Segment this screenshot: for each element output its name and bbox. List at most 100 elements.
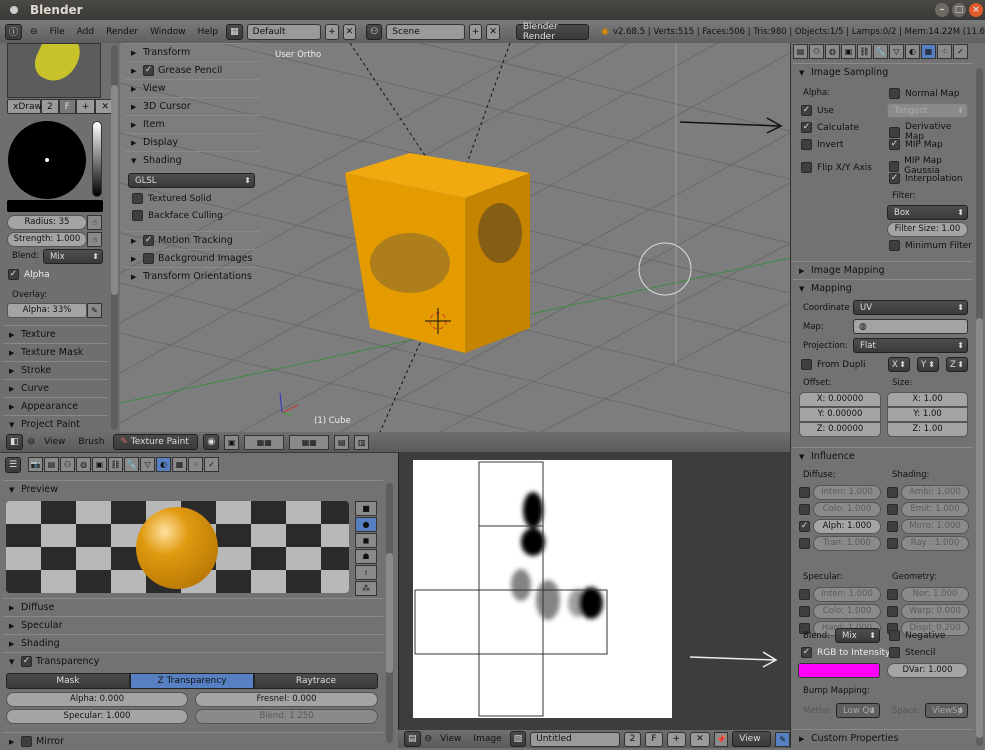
panel-motion-tracking[interactable]: ▶ ✓ Motion Tracking	[125, 231, 260, 249]
image-fake-user[interactable]: F	[645, 731, 663, 747]
panel-item[interactable]: ▶ Item	[125, 115, 260, 133]
tab-object-icon[interactable]: ▣	[841, 44, 856, 59]
panel-transform[interactable]: ▶ Transform	[125, 43, 260, 61]
panel-shading[interactable]: ▼ Shading	[125, 151, 260, 169]
preview-sphere-icon[interactable]: ●	[355, 517, 377, 532]
shading-ambient-field[interactable]: Ambi: 1.000	[901, 485, 969, 500]
normal-map-toggle[interactable]: Normal Map	[889, 88, 959, 99]
menu-window[interactable]: Window	[146, 27, 190, 37]
specular-color-checkbox[interactable]	[799, 606, 810, 617]
panel-image-sampling[interactable]: ▼ Image Sampling	[793, 63, 973, 81]
tab-constraints-icon[interactable]: ⛓	[857, 44, 872, 59]
specular-inten-checkbox[interactable]	[799, 589, 810, 600]
panel-project-paint[interactable]: ▼ Project Paint	[3, 415, 108, 433]
from-dupli-toggle[interactable]: From Dupli	[801, 359, 866, 370]
use-alpha-toggle[interactable]: ✓ Use	[801, 105, 834, 116]
viewport-shading-icon[interactable]: ◉	[203, 434, 220, 450]
layers-icon-2[interactable]: ▦▦	[289, 434, 330, 450]
specular-inten-field[interactable]: Inten: 1.000	[813, 587, 881, 602]
editor-type-properties-icon[interactable]: ☰	[5, 457, 22, 473]
panel-transparency[interactable]: ▼ ✓ Transparency	[3, 652, 383, 670]
offset-z-field[interactable]: Z: 0.00000	[799, 422, 881, 437]
panel-grease-pencil[interactable]: ▶ ✓ Grease Pencil	[125, 61, 260, 79]
geometry-normal-field[interactable]: Nor: 1.000	[901, 587, 969, 602]
specular-alpha-field[interactable]: Specular: 1.000	[6, 709, 188, 724]
camera-render-icon[interactable]: ▥	[354, 434, 370, 450]
diffuse-color-checkbox[interactable]	[799, 504, 810, 515]
new-brush-button[interactable]: +	[75, 99, 96, 114]
brush-icon[interactable]: ✎	[87, 303, 102, 318]
diffuse-inten-checkbox[interactable]	[799, 487, 810, 498]
normal-space-select[interactable]: Tangent	[887, 103, 968, 118]
mip-map-toggle[interactable]: ✓ MIP Map	[889, 139, 943, 150]
textured-solid-toggle[interactable]: Textured Solid	[132, 193, 211, 204]
shading-mode-select[interactable]: GLSL	[128, 173, 255, 188]
panel-appearance[interactable]: ▶ Appearance	[3, 397, 108, 415]
bump-method-select[interactable]: Low Qu	[836, 703, 880, 718]
coordinate-select[interactable]: UV	[853, 300, 968, 315]
add-scene-button[interactable]: +	[468, 23, 483, 40]
tab-world-icon[interactable]: ◍	[825, 44, 840, 59]
offset-x-field[interactable]: X: 0.00000	[799, 392, 881, 407]
menu-help[interactable]: Help	[194, 27, 223, 37]
image-name-field[interactable]: Untitled	[530, 731, 620, 747]
panel-diffuse[interactable]: ▶ Diffuse	[3, 598, 383, 616]
panel-background-images[interactable]: ▶ Background Images	[125, 249, 260, 267]
material-scrollbar[interactable]	[386, 483, 393, 743]
panel-mapping[interactable]: ▼ Mapping	[793, 279, 973, 297]
preview-monkey-icon[interactable]: ☗	[355, 549, 377, 564]
size-z-field[interactable]: Z: 1.00	[887, 422, 968, 437]
diffuse-translucency-checkbox[interactable]	[799, 538, 810, 549]
screen-name-field[interactable]: Default	[246, 23, 322, 40]
tab-particles-icon[interactable]: ⁘	[188, 457, 204, 472]
tab-material-icon[interactable]: ◐	[156, 457, 172, 472]
scene-icon[interactable]: ⚇	[366, 23, 383, 40]
invert-alpha-toggle[interactable]: Invert	[801, 139, 843, 150]
scene-name-field[interactable]: Scene	[386, 23, 465, 40]
shading-ray-mirror-field[interactable]: Ray : 1.000	[901, 536, 969, 551]
render-engine-select[interactable]: Blender Render	[515, 22, 590, 42]
remove-scene-button[interactable]: ✕	[486, 23, 500, 40]
menu-render[interactable]: Render	[102, 27, 142, 37]
tab-modifiers-icon[interactable]: 🔧	[873, 44, 888, 59]
menu-view[interactable]: View	[40, 437, 69, 447]
image-mode-select[interactable]: View	[732, 731, 772, 747]
geometry-normal-checkbox[interactable]	[887, 589, 898, 600]
panel-influence[interactable]: ▼ Influence	[793, 447, 973, 465]
tab-render-icon[interactable]: 📷	[28, 457, 44, 472]
image-editor[interactable]	[398, 452, 790, 730]
shading-emit-checkbox[interactable]	[887, 504, 898, 515]
interpolation-toggle[interactable]: ✓ Interpolation	[889, 173, 963, 184]
preview-cube-icon[interactable]: ◼	[355, 533, 377, 548]
preview-sky-icon[interactable]: ⁂	[355, 581, 377, 596]
collapse-menu-icon[interactable]: ⊖	[26, 27, 42, 37]
minimize-button[interactable]: –	[935, 3, 949, 17]
render-preview-icon[interactable]: ▤	[334, 434, 350, 450]
tab-data-icon[interactable]: ▽	[889, 44, 904, 59]
color-wheel[interactable]	[8, 121, 86, 199]
backface-culling-toggle[interactable]: Backface Culling	[132, 210, 223, 221]
panel-display[interactable]: ▶ Display	[125, 133, 260, 151]
tab-world-icon[interactable]: ◍	[76, 457, 92, 472]
tab-constraints-icon[interactable]: ⛓	[108, 457, 124, 472]
uv-map-field[interactable]: ◍	[853, 319, 968, 334]
screen-layout-icon[interactable]: ▦	[226, 23, 243, 40]
editor-type-3d-icon[interactable]: ◧	[6, 434, 23, 450]
blend-select[interactable]: Mix	[43, 249, 103, 264]
shading-mirror-field[interactable]: Mirro: 1.000	[901, 519, 969, 534]
tab-mask[interactable]: Mask	[6, 673, 130, 689]
value-slider[interactable]	[92, 121, 102, 197]
shading-ray-mirror-checkbox[interactable]	[887, 538, 898, 549]
flip-axis-toggle[interactable]: Flip X/Y Axis	[801, 162, 872, 173]
collapse-icon[interactable]: ⊖	[28, 437, 36, 447]
diffuse-inten-field[interactable]: Inten: 1.000	[813, 485, 881, 500]
tab-texture-icon[interactable]: ▦	[172, 457, 188, 472]
browse-image-icon[interactable]: ▧	[509, 731, 527, 747]
fake-user-button[interactable]: F	[58, 99, 76, 114]
bump-space-select[interactable]: ViewSp	[925, 703, 968, 718]
strength-field[interactable]: Strength: 1.000	[7, 232, 87, 247]
tab-physics-icon[interactable]: ✓	[953, 44, 968, 59]
editor-type-info-icon[interactable]: ⓘ	[5, 23, 23, 40]
remove-screen-button[interactable]: ✕	[342, 23, 357, 40]
tab-object-icon[interactable]: ▣	[92, 457, 108, 472]
